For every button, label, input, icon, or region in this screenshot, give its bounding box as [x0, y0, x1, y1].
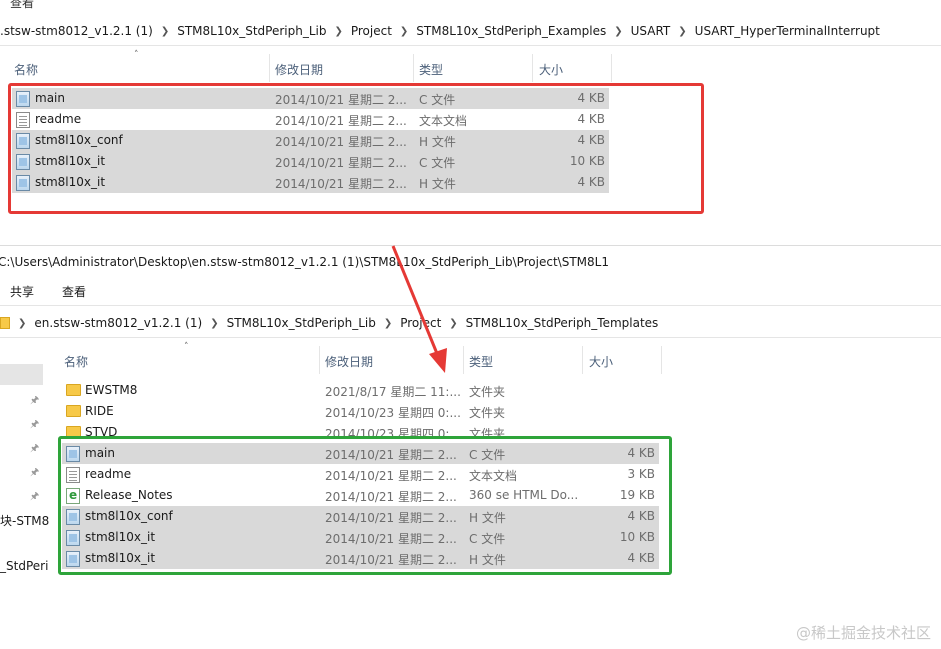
arrow-head-icon	[429, 348, 447, 373]
arrow-shaft	[391, 245, 440, 357]
watermark: @稀土掘金技术社区	[795, 624, 931, 642]
red-arrow	[391, 245, 447, 373]
